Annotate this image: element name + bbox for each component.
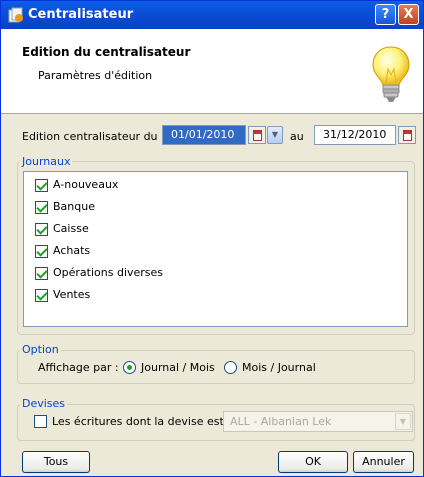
calendar-to-icon[interactable] [398, 126, 416, 144]
mois-journal-label[interactable]: Mois / Journal [242, 361, 316, 374]
annuler-button[interactable]: Annuler [353, 451, 414, 473]
journal-checkbox[interactable] [35, 245, 48, 258]
date-to-label: au [290, 130, 304, 143]
devises-legend: Devises [20, 397, 68, 410]
option-legend: Option [20, 343, 61, 356]
journal-label: Caisse [53, 222, 89, 235]
title-bar[interactable]: Centralisateur ? X [1, 1, 423, 29]
journal-label: Ventes [53, 288, 91, 301]
journal-checkbox[interactable] [35, 201, 48, 214]
journaux-legend: Journaux [20, 155, 73, 168]
journal-label: Opérations diverses [53, 266, 164, 279]
dialog-window: Centralisateur ? X Edition du centralisa… [0, 0, 424, 477]
page-subtitle: Paramètres d'édition [38, 69, 153, 82]
date-from-dropdown-button[interactable]: ▼ [267, 126, 283, 144]
devise-checkbox[interactable] [34, 415, 47, 428]
journaux-list[interactable]: A-nouveaux Banque Caisse Achats Opératio… [23, 171, 408, 327]
journal-checkbox[interactable] [35, 267, 48, 280]
journal-checkbox[interactable] [35, 289, 48, 302]
calendar-from-icon[interactable] [248, 126, 266, 144]
page-title: Edition du centralisateur [22, 45, 191, 59]
journal-label: A-nouveaux [53, 178, 119, 191]
journal-mois-radio[interactable] [123, 361, 136, 374]
affichage-label: Affichage par : [38, 361, 119, 374]
ok-button[interactable]: OK [278, 451, 348, 473]
currency-value: ALL - Albanian Lek [230, 415, 332, 428]
help-button[interactable]: ? [375, 4, 396, 25]
journal-checkbox[interactable] [35, 223, 48, 236]
devise-checkbox-label[interactable]: Les écritures dont la devise est : [52, 415, 231, 428]
date-from-label: Edition centralisateur du : [22, 130, 165, 143]
lightbulb-icon [372, 46, 410, 102]
window-title: Centralisateur [28, 7, 134, 22]
journal-checkbox[interactable] [35, 179, 48, 192]
close-button[interactable]: X [398, 4, 419, 25]
chevron-down-icon[interactable]: ▼ [395, 413, 411, 430]
journal-label: Achats [53, 244, 91, 257]
journal-mois-label[interactable]: Journal / Mois [141, 361, 215, 374]
header-panel: Edition du centralisateur Paramètres d'é… [1, 29, 423, 114]
journal-label: Banque [53, 200, 95, 213]
date-from-input[interactable]: 01/01/2010 [162, 125, 246, 145]
date-to-input[interactable]: 31/12/2010 [314, 125, 396, 145]
tous-button[interactable]: Tous [22, 451, 90, 473]
app-icon [8, 7, 23, 23]
currency-select[interactable]: ALL - Albanian Lek ▼ [223, 411, 413, 432]
mois-journal-radio[interactable] [224, 361, 237, 374]
